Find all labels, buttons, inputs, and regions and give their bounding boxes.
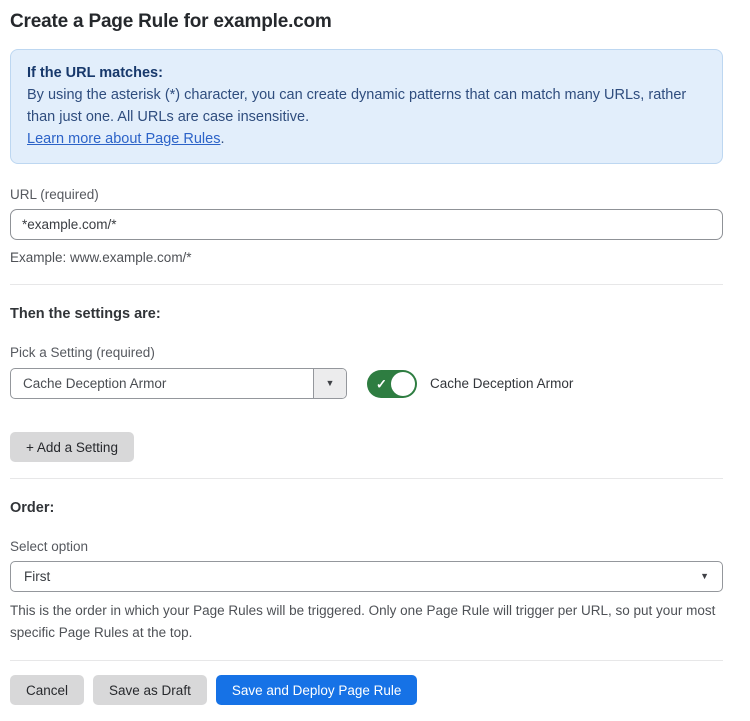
caret-down-icon: ▼ xyxy=(326,379,335,388)
page-rule-form: Create a Page Rule for example.com If th… xyxy=(10,0,723,721)
info-box-heading: If the URL matches: xyxy=(27,62,706,84)
save-as-draft-button[interactable]: Save as Draft xyxy=(93,675,207,705)
setting-row: Cache Deception Armor ▼ ✓ Cache Deceptio… xyxy=(10,368,723,399)
divider xyxy=(10,284,723,285)
divider xyxy=(10,660,723,661)
info-box-link-line: Learn more about Page Rules. xyxy=(27,128,706,150)
url-field-helper: Example: www.example.com/* xyxy=(10,247,723,268)
order-select-value: First xyxy=(24,569,700,584)
learn-more-link[interactable]: Learn more about Page Rules xyxy=(27,131,220,147)
order-helper-text: This is the order in which your Page Rul… xyxy=(10,600,723,644)
order-select-label: Select option xyxy=(10,539,723,554)
url-field-label: URL (required) xyxy=(10,187,723,202)
setting-dropdown-caret-button[interactable]: ▼ xyxy=(313,369,346,398)
divider xyxy=(10,478,723,479)
check-icon: ✓ xyxy=(376,377,387,390)
settings-section-heading: Then the settings are: xyxy=(10,306,723,322)
add-setting-button[interactable]: + Add a Setting xyxy=(10,432,134,462)
url-input[interactable] xyxy=(10,209,723,240)
footer-actions: Cancel Save as Draft Save and Deploy Pag… xyxy=(10,675,723,705)
caret-down-icon: ▼ xyxy=(700,572,709,581)
page-title: Create a Page Rule for example.com xyxy=(10,11,723,33)
setting-dropdown[interactable]: Cache Deception Armor ▼ xyxy=(10,368,347,399)
setting-picker-label: Pick a Setting (required) xyxy=(10,345,723,360)
setting-toggle[interactable]: ✓ xyxy=(367,370,417,398)
order-section-heading: Order: xyxy=(10,500,723,516)
toggle-knob xyxy=(391,372,415,396)
save-and-deploy-button[interactable]: Save and Deploy Page Rule xyxy=(216,675,418,705)
setting-dropdown-value: Cache Deception Armor xyxy=(11,369,313,398)
info-box-body: By using the asterisk (*) character, you… xyxy=(27,84,706,128)
order-select[interactable]: First ▼ xyxy=(10,561,723,592)
url-match-info-box: If the URL matches: By using the asteris… xyxy=(10,49,723,164)
link-suffix: . xyxy=(220,131,224,147)
setting-toggle-label: Cache Deception Armor xyxy=(430,376,573,391)
cancel-button[interactable]: Cancel xyxy=(10,675,84,705)
